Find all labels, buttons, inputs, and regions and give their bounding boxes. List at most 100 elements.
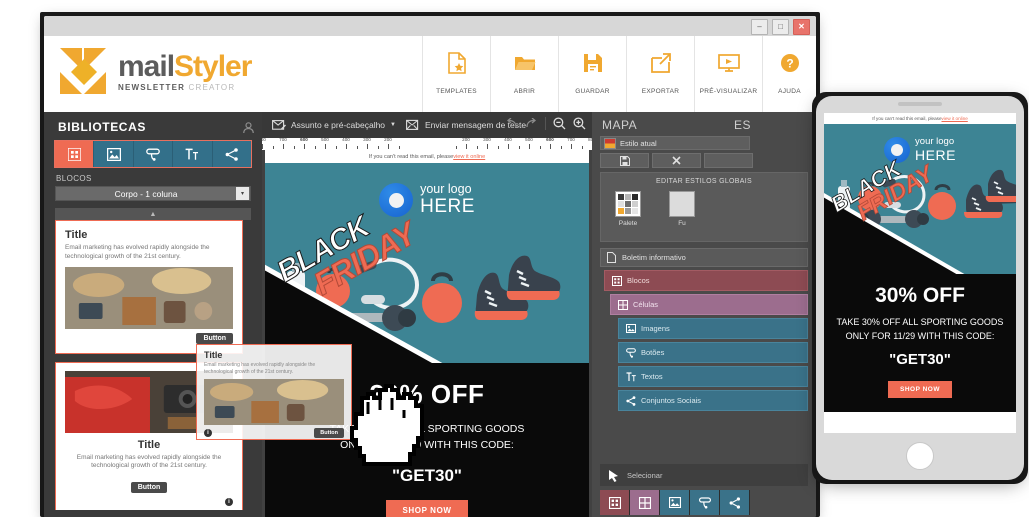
global-font-button[interactable]: Fu	[669, 191, 695, 227]
ribbon-button-previsualizar[interactable]: PRÉ-VISUALIZAR	[694, 36, 762, 112]
libraries-sidebar: BIBLIOTECAS BLOCOS Corpo - 1 coluna ▾ ▲ …	[44, 112, 262, 517]
ruler-tick	[388, 144, 389, 149]
ruler-tick	[346, 144, 347, 149]
ruler-tick-label: 500	[321, 138, 329, 142]
zoom-in-icon[interactable]	[573, 117, 586, 130]
logo-line-2: HERE	[420, 195, 475, 217]
select-tool-label: Selecionar	[627, 470, 663, 480]
tree-item-textos[interactable]: Textos	[618, 366, 808, 387]
bottom-tab-images[interactable]	[660, 490, 690, 515]
tree-item-celulas[interactable]: Células	[610, 294, 808, 315]
ribbon-label-guardar: GUARDAR	[575, 88, 610, 95]
preheader-text: If you can't read this email, please	[368, 153, 454, 160]
phone-preheader-link[interactable]: view it online	[942, 116, 968, 121]
tab-buttons[interactable]	[133, 141, 174, 167]
redo-icon[interactable]	[525, 118, 538, 129]
undo-icon[interactable]	[505, 118, 518, 129]
app-header: mailStyler NEWSLETTER CREATOR TEMPLATES …	[44, 36, 816, 113]
style-save-button[interactable]	[600, 153, 649, 168]
phone-speaker	[898, 102, 942, 106]
info-icon[interactable]: i	[225, 498, 233, 507]
phone-home-button[interactable]	[906, 442, 934, 470]
global-styles-box: EDITAR ESTILOS GLOBAIS Palete Fu	[600, 172, 808, 242]
ruler-minor-tick	[581, 146, 583, 149]
select-tool-row[interactable]: Selecionar	[600, 464, 808, 486]
tab-texts[interactable]	[173, 141, 213, 167]
phone-offer-section: 30% OFF TAKE 30% OFF ALL SPORTING GOODS …	[824, 274, 1016, 412]
tree-item-conjuntos-sociais[interactable]: Conjuntos Sociais	[618, 390, 808, 411]
zoom-out-icon[interactable]	[553, 117, 566, 130]
ribbon-button-templates[interactable]: TEMPLATES	[422, 36, 490, 112]
send-envelope-icon	[406, 119, 419, 130]
ruler-tick	[262, 144, 263, 149]
phone-shop-now-button[interactable]: SHOP NOW	[888, 381, 952, 398]
block-button-label: Button	[130, 482, 168, 494]
ruler-minor-tick	[335, 146, 337, 149]
style-close-button[interactable]	[652, 153, 701, 168]
ribbon-button-guardar[interactable]: GUARDAR	[558, 36, 626, 112]
tab-images[interactable]	[94, 141, 134, 167]
phone-screen[interactable]: If you can't read this email, please vie…	[824, 113, 1016, 433]
ribbon-button-ajuda[interactable]: ? AJUDA	[762, 36, 816, 112]
bottom-tab-blocks[interactable]	[600, 490, 630, 515]
subject-preheader-button[interactable]: Assunto e pré-cabeçalho ▼	[272, 119, 396, 131]
ruler-tick-label: 400	[504, 138, 512, 142]
ruler-tick-label: 300	[363, 138, 371, 142]
ribbon-label-previsualizar: PRÉ-VISUALIZAR	[699, 88, 758, 95]
shop-now-button[interactable]: SHOP NOW	[386, 499, 468, 517]
canvas-ruler: 8007006005004003002002003004005006007008…	[262, 138, 592, 150]
image-icon	[106, 147, 121, 161]
share-icon	[225, 147, 238, 161]
tree-item-imagens[interactable]: Imagens	[618, 318, 808, 339]
window-controls: – □ ✕	[751, 19, 810, 35]
block-body: Email marketing has evolved rapidly alon…	[76, 453, 222, 470]
ruler-minor-tick	[314, 146, 316, 149]
button-icon	[146, 148, 160, 161]
maximize-button[interactable]: □	[772, 19, 789, 35]
share-icon	[729, 496, 740, 509]
tree-item-blocos[interactable]: Blocos	[604, 270, 808, 291]
close-button[interactable]: ✕	[793, 19, 810, 35]
map-style-panel: MAPA ES Estilo atual EDITAR ESTILOS GLOB…	[592, 112, 816, 517]
current-style-select[interactable]: Estilo atual	[600, 136, 750, 150]
bottom-tab-cells[interactable]	[630, 490, 660, 515]
ruler-tick-label: 200	[384, 138, 392, 142]
font-icon	[669, 191, 695, 217]
canvas-toolbar: Assunto e pré-cabeçalho ▼ Enviar mensage…	[262, 112, 592, 138]
bottom-tab-buttons[interactable]	[690, 490, 720, 515]
sidebar-title: BIBLIOTECAS	[58, 120, 146, 134]
mailstyler-window: – □ ✕ mailStyler NEWSLETTER CREATOR TEMP…	[44, 16, 816, 517]
envelope-edit-icon	[272, 120, 286, 130]
current-style-label: Estilo atual	[620, 138, 657, 148]
email-logo[interactable]: your logo HERE	[265, 183, 589, 217]
tree-item-newsletter[interactable]: Boletim informativo	[600, 248, 808, 267]
preheader-link[interactable]: view it online	[453, 154, 485, 160]
phone-preheader-text: If you can't read this email, please	[872, 116, 942, 121]
share-icon	[625, 395, 636, 406]
tab-blocks[interactable]	[55, 141, 95, 167]
grid-icon	[67, 147, 81, 161]
bottom-tab-social[interactable]	[720, 490, 750, 515]
phone-promo-code: "GET30"	[889, 351, 951, 368]
ruler-tick-label: 200	[462, 138, 470, 142]
tab-social[interactable]	[212, 141, 252, 167]
ribbon-button-exportar[interactable]: EXPORTAR	[626, 36, 694, 112]
list-item[interactable]: Title Email marketing has evolved rapidl…	[55, 220, 243, 354]
library-tab-bar	[54, 140, 252, 168]
monitor-preview-icon	[717, 50, 740, 76]
panel-title-mapa: MAPA	[602, 118, 638, 132]
ribbon-button-abrir[interactable]: ABRIR	[490, 36, 558, 112]
scroll-up-button[interactable]: ▲	[55, 208, 251, 220]
tree-item-botoes[interactable]: Botões	[618, 342, 808, 363]
panel-title-estilo: ES	[734, 118, 752, 132]
email-hero-banner[interactable]: your logo HERE BLACK FRIDAY	[265, 163, 589, 363]
chevron-down-icon: ▼	[390, 122, 396, 128]
global-palette-button[interactable]: Palete	[615, 191, 641, 227]
user-account-icon[interactable]	[242, 121, 255, 134]
template-star-icon	[447, 50, 467, 76]
logo-wordmark: mailStyler	[118, 50, 252, 83]
style-extra-button[interactable]	[704, 153, 753, 168]
global-styles-label: EDITAR ESTILOS GLOBAIS	[656, 178, 752, 185]
block-category-select[interactable]: Corpo - 1 coluna ▾	[55, 186, 251, 201]
minimize-button[interactable]: –	[751, 19, 768, 35]
